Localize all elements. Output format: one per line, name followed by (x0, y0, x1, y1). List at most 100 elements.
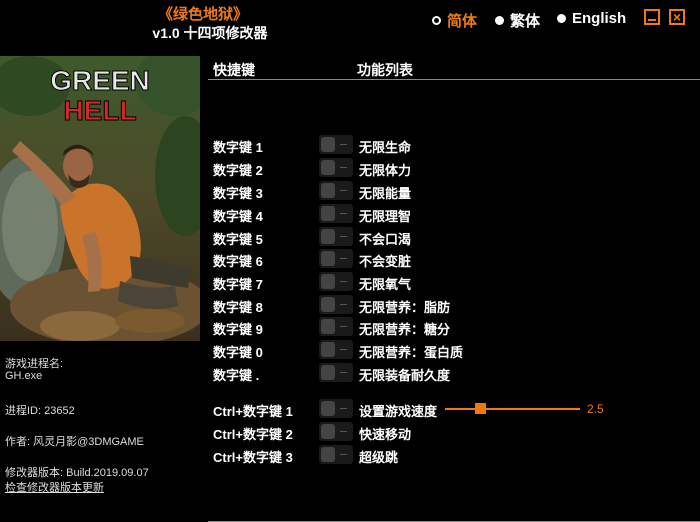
cheat-hotkey: 数字键 9 (213, 322, 263, 337)
game-speed-value: 2.5 (587, 402, 604, 416)
cheat-row: 数字键 0 无限营养：蛋白质 (0, 340, 700, 360)
toggle-dash (340, 258, 347, 259)
cheat-label: 无限生命 (359, 140, 412, 155)
cheat-toggle-button[interactable] (319, 158, 353, 177)
radio-selected-icon (432, 16, 441, 25)
cheat-hotkey: 数字键 7 (213, 277, 263, 292)
cheat-row: 数字键 2 无限体力 (0, 158, 700, 178)
close-icon[interactable]: × (669, 9, 685, 25)
cheat-label: 无限氧气 (359, 277, 412, 292)
cheat-row: 数字键 1 无限生命 (0, 135, 700, 155)
toggle-knob (321, 274, 335, 289)
language-label: 繁体 (510, 13, 541, 30)
cheat-toggle-button[interactable] (319, 181, 353, 200)
cheat-row: Ctrl+数字键 1 设置游戏速度 2.5 (0, 399, 700, 419)
cheat-row: Ctrl+数字键 2 快速移动 (0, 422, 700, 442)
toggle-dash (340, 281, 347, 282)
cheat-toggle-button[interactable] (319, 445, 353, 464)
cheat-label: 快速移动 (359, 427, 412, 442)
cheat-toggle-button[interactable] (319, 422, 353, 441)
cheat-hotkey: 数字键 3 (213, 186, 263, 201)
cheat-hotkey: 数字键 5 (213, 232, 263, 247)
trainer-version: 修改器版本: Build.2019.09.07 (5, 467, 149, 479)
toggle-dash (340, 454, 347, 455)
toggle-dash (340, 372, 347, 373)
cheat-hotkey: 数字键 0 (213, 345, 263, 360)
cheat-row: 数字键 7 无限氧气 (0, 272, 700, 292)
toggle-dash (340, 190, 347, 191)
cheat-row: 数字键 9 无限营养：糖分 (0, 317, 700, 337)
function-column-header: 功能列表 (357, 62, 413, 78)
hotkey-column-header: 快捷键 (213, 62, 255, 78)
language-option-english[interactable]: English (557, 10, 626, 27)
cheat-hotkey: 数字键 4 (213, 209, 263, 224)
toggle-knob (321, 365, 335, 380)
cheat-hotkey: 数字键 8 (213, 300, 263, 315)
cheat-row: 数字键 5 不会口渴 (0, 227, 700, 247)
cheat-row: 数字键 . 无限装备耐久度 (0, 363, 700, 383)
toggle-knob (321, 229, 335, 244)
cheat-toggle-button[interactable] (319, 272, 353, 291)
toggle-knob (321, 401, 335, 416)
app-title: 《绿色地狱》 (157, 6, 248, 23)
toggle-dash (340, 304, 347, 305)
cheat-hotkey: Ctrl+数字键 1 (213, 404, 293, 419)
slider-thumb[interactable] (475, 403, 486, 414)
toggle-dash (340, 144, 347, 145)
toggle-dash (340, 431, 347, 432)
cheat-toggle-button[interactable] (319, 249, 353, 268)
toggle-knob (321, 297, 335, 312)
toggle-dash (340, 236, 347, 237)
logo-text-green: GREEN (50, 65, 150, 96)
cheat-hotkey: 数字键 1 (213, 140, 263, 155)
cheat-toggle-button[interactable] (319, 204, 353, 223)
cheat-toggle-button[interactable] (319, 399, 353, 418)
toggle-knob (321, 160, 335, 175)
cheat-label: 设置游戏速度 (359, 404, 438, 419)
check-update-link[interactable]: 检查修改器版本更新 (5, 479, 104, 495)
cheat-hotkey: Ctrl+数字键 2 (213, 427, 293, 442)
cheat-hotkey: 数字键 2 (213, 163, 263, 178)
toggle-knob (321, 251, 335, 266)
cheat-label: 无限营养：脂肪 (359, 300, 451, 315)
game-speed-slider[interactable] (445, 403, 580, 414)
toggle-dash (340, 213, 347, 214)
cheat-label: 不会口渴 (359, 232, 412, 247)
toggle-knob (321, 447, 335, 462)
radio-unselected-icon (557, 14, 566, 23)
cheat-label: 无限营养：糖分 (359, 322, 451, 337)
language-option-traditional[interactable]: 繁体 (495, 10, 540, 31)
toggle-knob (321, 206, 335, 221)
cheat-toggle-button[interactable] (319, 340, 353, 359)
cheat-label: 不会变脏 (359, 254, 412, 269)
toggle-knob (321, 424, 335, 439)
radio-unselected-icon (495, 16, 504, 25)
cheat-toggle-button[interactable] (319, 363, 353, 382)
cheat-toggle-button[interactable] (319, 227, 353, 246)
toggle-dash (340, 408, 347, 409)
toggle-dash (340, 326, 347, 327)
toggle-knob (321, 319, 335, 334)
cheat-row: Ctrl+数字键 3 超级跳 (0, 445, 700, 465)
cheat-toggle-button[interactable] (319, 317, 353, 336)
cheat-toggle-button[interactable] (319, 135, 353, 154)
cheat-hotkey: Ctrl+数字键 3 (213, 450, 293, 465)
cheat-hotkey: 数字键 6 (213, 254, 263, 269)
language-option-simplified[interactable]: 简体 (432, 10, 477, 31)
language-label: 简体 (447, 13, 478, 30)
logo-text-hell: HELL (63, 95, 136, 126)
toggle-knob (321, 183, 335, 198)
cheat-label: 无限理智 (359, 209, 412, 224)
cheat-row: 数字键 4 无限理智 (0, 204, 700, 224)
cheat-row: 数字键 8 无限营养：脂肪 (0, 295, 700, 315)
cheat-label: 无限能量 (359, 186, 412, 201)
cheat-row: 数字键 3 无限能量 (0, 181, 700, 201)
toggle-knob (321, 137, 335, 152)
cheat-row: 数字键 6 不会变脏 (0, 249, 700, 269)
app-subtitle: v1.0 十四项修改器 (152, 25, 268, 41)
minimize-icon[interactable] (644, 9, 660, 25)
toggle-dash (340, 167, 347, 168)
cheat-label: 无限体力 (359, 163, 412, 178)
cheat-toggle-button[interactable] (319, 295, 353, 314)
toggle-knob (321, 342, 335, 357)
